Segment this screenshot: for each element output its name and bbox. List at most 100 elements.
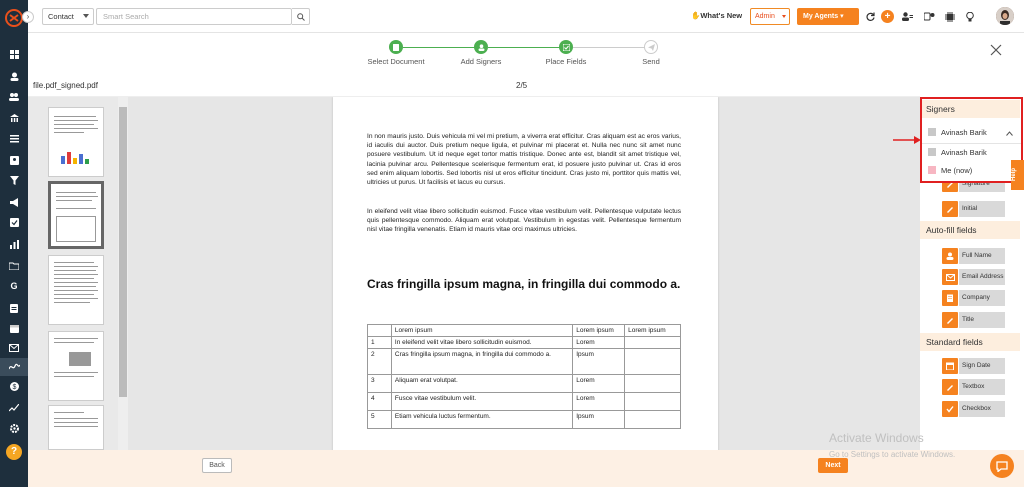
table-row: 1 In eleifend velit vitae libero sollici… [367,336,681,349]
activate-windows-subtext: Go to Settings to activate Windows. [829,450,956,459]
my-agents-button[interactable]: My Agents ▾ [797,8,859,25]
nav-esign-icon[interactable] [0,358,28,376]
step-label: Send [642,57,660,66]
page-thumbnail[interactable] [48,405,104,450]
signer-selected[interactable]: Avinash Barik [928,128,987,137]
table-cell: In eleifend velit vitae libero sollicitu… [390,336,574,349]
table-cell: 1 [367,336,392,349]
nav-list-icon[interactable] [0,130,28,146]
signer-option[interactable]: Avinash Barik [928,148,987,157]
table-cell [624,392,681,411]
page-thumbnail[interactable] [48,181,104,249]
nav-dashboard-icon[interactable] [0,46,28,62]
rail-help-icon[interactable]: ? [6,444,22,460]
autofill-section-title: Auto-fill fields [920,221,1020,239]
table-cell [624,410,681,429]
field-company[interactable]: Company [942,290,1005,306]
initial-pen-icon [942,201,958,217]
left-nav-rail: › G $ ? [0,0,34,487]
thumbnail-scrollbar[interactable] [118,97,128,450]
signer-option[interactable]: Me (now) [928,166,972,175]
table-cell: 5 [367,410,392,429]
next-button[interactable]: Next [818,458,848,473]
field-email-address[interactable]: Email Address [942,269,1005,285]
step-select-document-icon[interactable] [389,40,403,54]
field-sign-date[interactable]: Sign Date [942,358,1005,374]
signer-dropdown[interactable]: Avinash Barik Avinash Barik Me (now) [922,118,1021,181]
page-thumbnail[interactable] [48,255,104,325]
signer-color-swatch [928,148,936,156]
bulb-icon[interactable] [963,10,976,23]
smart-search-input[interactable]: Smart Search [96,8,292,25]
nav-settings-icon[interactable] [0,420,28,436]
back-button[interactable]: Back [202,458,232,473]
help-tab[interactable]: Help [1011,160,1024,190]
nav-reports-icon[interactable] [0,236,28,252]
document-paragraph: In eleifend velit vitae libero sollicitu… [367,208,681,234]
building-icon [942,290,958,306]
chevron-up-icon[interactable] [1006,131,1013,136]
collapse-rail-icon[interactable]: › [22,11,34,23]
nav-google-icon[interactable]: G [0,278,28,294]
close-icon[interactable] [989,43,1003,57]
nav-billing-icon[interactable]: $ [0,378,28,394]
step-connector [573,47,651,48]
page-thumbnails [28,97,128,450]
step-add-signers-icon[interactable] [474,40,488,54]
step-place-fields-icon[interactable] [559,40,573,54]
hand-icon: ✋ [691,11,701,20]
step-label: Add Signers [460,57,502,66]
admin-select[interactable]: Admin [750,8,790,25]
nav-users-icon[interactable] [0,88,28,104]
nav-tasks-icon[interactable] [0,214,28,230]
nav-contacts-icon[interactable] [0,68,28,84]
add-new-icon[interactable]: + [881,10,894,23]
nav-contact-card-icon[interactable] [0,152,28,168]
red-arrow-annotation-icon [893,136,921,144]
my-agents-label: My Agents [803,13,839,20]
search-button[interactable] [292,8,310,25]
table-row: 5 Etiam vehicula luctus fermentum. Ipsum [367,410,681,429]
user-avatar[interactable] [996,7,1014,25]
brand-logo-icon[interactable] [4,8,24,28]
field-initial[interactable]: Initial [942,201,1005,217]
help-tab-label: Help [1011,167,1017,181]
chip-icon[interactable] [943,10,956,23]
field-label: Sign Date [959,358,1005,374]
chat-button[interactable] [990,454,1014,478]
document-filename: file.pdf_signed.pdf [33,81,98,90]
document-page[interactable]: In non mauris justo. Duis vehicula mi ve… [333,97,718,450]
scrollbar-thumb[interactable] [119,107,127,397]
nav-document-icon[interactable] [0,300,28,316]
refresh-icon[interactable] [864,10,877,23]
call-log-icon[interactable] [923,10,936,23]
table-cell: 3 [367,374,392,393]
person-icon [942,248,958,264]
whats-new-link[interactable]: ✋What's New [691,11,742,20]
pencil-icon [942,312,958,328]
field-full-name[interactable]: Full Name [942,248,1005,264]
nav-bank-icon[interactable] [0,110,28,126]
nav-calendar-icon[interactable] [0,320,28,336]
table-row: 2 Cras fringilla ipsum magna, in fringil… [367,348,681,375]
context-select[interactable]: Contact [42,8,94,25]
table-cell: Lorem [572,392,626,411]
nav-mail-icon[interactable] [0,340,28,356]
step-send-icon[interactable] [644,40,658,54]
nav-analytics-icon[interactable] [0,400,28,416]
nav-megaphone-icon[interactable] [0,194,28,210]
document-canvas[interactable]: In non mauris justo. Duis vehicula mi ve… [128,97,920,450]
field-textbox[interactable]: Textbox [942,379,1005,395]
search-icon [296,12,305,21]
table-cell [624,348,681,375]
user-settings-icon[interactable] [901,10,914,23]
page-thumbnail[interactable] [48,107,104,177]
nav-filter-icon[interactable] [0,172,28,188]
page-thumbnail[interactable] [48,331,104,401]
nav-folder-icon[interactable] [0,258,28,274]
field-title[interactable]: Title [942,312,1005,328]
app-root: › G $ ? Contact Smart Search ✋What's New… [0,0,1024,487]
table-cell: Lorem [572,336,626,349]
field-checkbox[interactable]: Checkbox [942,401,1005,417]
table-cell: 4 [367,392,392,411]
